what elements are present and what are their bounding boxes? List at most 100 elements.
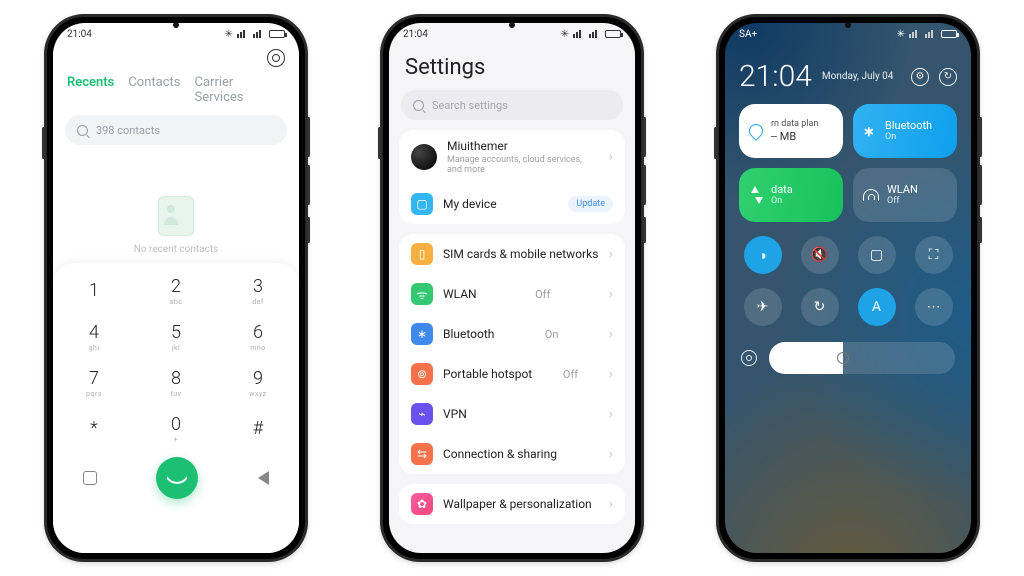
row-wallpaper[interactable]: ✿ Wallpaper & personalization › — [399, 484, 625, 524]
qbtn-rotate[interactable]: ▢ — [858, 236, 896, 274]
key-7[interactable]: 7pqrs — [53, 361, 135, 407]
hotspot-status: Off — [563, 368, 578, 381]
tab-recents[interactable]: Recents — [67, 75, 114, 105]
sharing-label: Connection & sharing — [443, 447, 557, 461]
qbtn-mute[interactable]: 🔇 — [801, 236, 839, 274]
dialpad: 1 2abc 3def 4ghi 5jkl 6mno 7pqrs 8tuv 9w… — [53, 269, 299, 453]
water-drop-icon — [746, 121, 766, 141]
signal-icon — [573, 30, 585, 38]
personalization-group: ✿ Wallpaper & personalization › — [399, 484, 625, 524]
signal-icon — [909, 30, 921, 38]
tab-contacts[interactable]: Contacts — [128, 75, 180, 105]
tile-wlan-sub: Off — [887, 196, 918, 207]
wlan-icon: ᯤ — [411, 283, 433, 305]
phone-dialer: 21:04 ✳ Recents Contacts Carrier Service… — [44, 14, 308, 562]
row-vpn[interactable]: ⌁ VPN › — [399, 394, 625, 434]
chevron-right-icon: › — [609, 149, 613, 165]
qbtn-more[interactable]: ⋯ — [915, 288, 953, 326]
qbtn-flashlight[interactable]: ◑ — [744, 236, 782, 274]
key-3[interactable]: 3def — [217, 269, 299, 315]
account-name: Miuithemer — [447, 139, 599, 153]
hotspot-label: Portable hotspot — [443, 367, 532, 381]
settings-icon[interactable]: ⚙ — [911, 68, 929, 86]
key-1[interactable]: 1 — [53, 269, 135, 315]
vpn-label: VPN — [443, 407, 467, 421]
tile-mobile-label: data — [771, 183, 793, 196]
signal-icon-2 — [925, 30, 937, 38]
wifi-icon — [863, 189, 879, 201]
brightness-slider[interactable] — [769, 342, 955, 374]
qbtn-font[interactable]: A — [858, 288, 896, 326]
tile-data-usage[interactable]: rn data plan -- MB — [739, 104, 843, 158]
quick-buttons-row-2: ✈ ↻ A ⋯ — [739, 288, 957, 326]
key-2[interactable]: 2abc — [135, 269, 217, 315]
key-0[interactable]: 0+ — [135, 407, 217, 453]
account-sub: Manage accounts, cloud services, and mor… — [447, 155, 599, 175]
signal-icon — [237, 30, 249, 38]
tile-bt-sub: On — [885, 132, 932, 143]
tab-carrier-services[interactable]: Carrier Services — [195, 75, 286, 105]
data-arrows-icon — [749, 188, 763, 202]
search-placeholder: 398 contacts — [96, 124, 160, 137]
my-device-label: My device — [443, 197, 497, 211]
tile-mobile-data[interactable]: data On — [739, 168, 843, 222]
wallpaper-label: Wallpaper & personalization — [443, 497, 592, 511]
search-icon — [77, 125, 88, 136]
sim-icon: ▯ — [411, 243, 433, 265]
row-connection-sharing[interactable]: ⇆ Connection & sharing › — [399, 434, 625, 474]
phone-settings: 21:04 ✳ Settings Search settings Miuithe… — [380, 14, 644, 562]
tile-wlan[interactable]: WLAN Off — [853, 168, 957, 222]
key-hash[interactable]: # — [217, 407, 299, 453]
wlan-label: WLAN — [443, 287, 477, 301]
row-bluetooth[interactable]: ∗ Bluetooth On › — [399, 314, 625, 354]
tile-bluetooth[interactable]: ∗ Bluetooth On — [853, 104, 957, 158]
quick-tiles: rn data plan -- MB ∗ Bluetooth On data — [739, 104, 957, 222]
edit-icon[interactable]: ↻ — [939, 68, 957, 86]
sim-label: SIM cards & mobile networks — [443, 247, 598, 261]
update-badge[interactable]: Update — [568, 196, 613, 212]
qbtn-sync[interactable]: ↻ — [801, 288, 839, 326]
key-5[interactable]: 5jkl — [135, 315, 217, 361]
hotspot-icon: ⊚ — [411, 363, 433, 385]
sharing-icon: ⇆ — [411, 443, 433, 465]
settings-gear-icon[interactable] — [267, 49, 285, 67]
empty-state: No recent contacts — [53, 145, 299, 263]
row-sim[interactable]: ▯ SIM cards & mobile networks › — [399, 234, 625, 274]
network-group: ▯ SIM cards & mobile networks › ᯤ WLAN O… — [399, 234, 625, 474]
key-star[interactable]: * — [53, 407, 135, 453]
chevron-right-icon: › — [609, 246, 613, 262]
cc-time: 21:04 — [739, 59, 812, 94]
page-title: Settings — [389, 45, 635, 90]
bottom-controls — [739, 342, 957, 374]
phone-control-center: SA+ ✳ 21:04 Monday, July 04 ⚙ ↻ — [716, 14, 980, 562]
key-8[interactable]: 8tuv — [135, 361, 217, 407]
call-button[interactable] — [156, 457, 198, 499]
row-account[interactable]: Miuithemer Manage accounts, cloud servic… — [399, 130, 625, 184]
status-network: SA+ — [739, 29, 757, 40]
tile-bt-label: Bluetooth — [885, 119, 932, 132]
bluetooth-status: On — [545, 328, 559, 341]
search-placeholder: Search settings — [432, 99, 508, 112]
settings-search[interactable]: Search settings — [401, 90, 623, 120]
row-my-device[interactable]: ▢ My device Update — [399, 184, 625, 224]
cc-header: 21:04 Monday, July 04 ⚙ ↻ — [739, 45, 957, 104]
nav-back-icon[interactable] — [258, 471, 269, 485]
row-hotspot[interactable]: ⊚ Portable hotspot Off › — [399, 354, 625, 394]
bluetooth-label: Bluetooth — [443, 327, 494, 341]
signal-icon-2 — [253, 30, 265, 38]
nav-recent-icon[interactable] — [83, 471, 97, 485]
qbtn-airplane[interactable]: ✈ — [744, 288, 782, 326]
tile-wlan-label: WLAN — [887, 183, 918, 196]
qbtn-screenshot[interactable]: ⛶ — [915, 236, 953, 274]
key-4[interactable]: 4ghi — [53, 315, 135, 361]
status-time: 21:04 — [403, 29, 428, 40]
chevron-right-icon: › — [609, 286, 613, 302]
key-9[interactable]: 9wxyz — [217, 361, 299, 407]
row-wlan[interactable]: ᯤ WLAN Off › — [399, 274, 625, 314]
settings-gear-icon[interactable] — [741, 350, 757, 366]
account-group: Miuithemer Manage accounts, cloud servic… — [399, 130, 625, 224]
contacts-search[interactable]: 398 contacts — [65, 115, 287, 145]
dialer-tabs: Recents Contacts Carrier Services — [53, 67, 299, 115]
battery-icon — [941, 30, 957, 38]
key-6[interactable]: 6mno — [217, 315, 299, 361]
